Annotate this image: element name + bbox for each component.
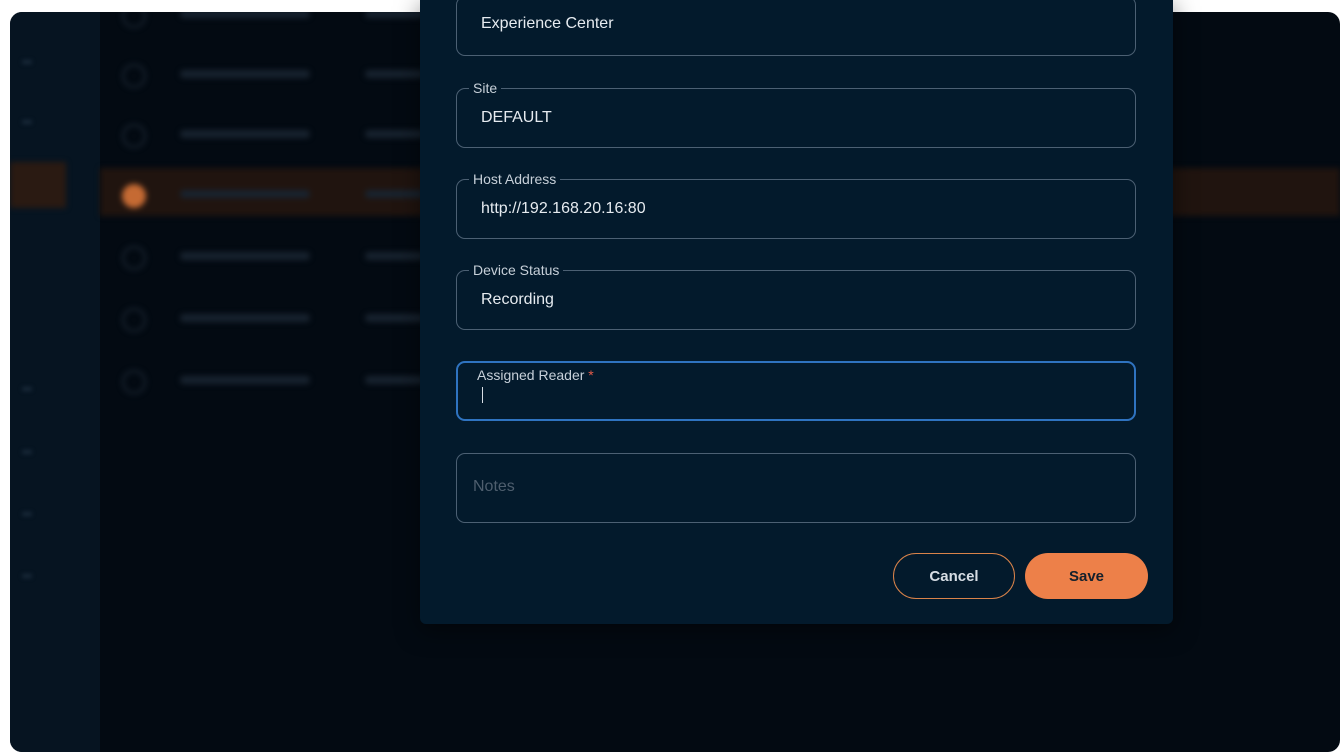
site-field[interactable]: Site DEFAULT: [456, 80, 1136, 148]
sidebar-icon: [22, 120, 32, 124]
location-field[interactable]: Experience Center: [456, 0, 1136, 56]
assigned-reader-input[interactable]: Assigned Reader *: [456, 361, 1136, 421]
device-status-label: Device Status: [469, 262, 564, 278]
sidebar-active-item: [10, 162, 66, 208]
site-label: Site: [469, 80, 502, 96]
sidebar-icon: [22, 512, 32, 516]
host-address-label: Host Address: [469, 171, 561, 187]
host-address-value: http://192.168.20.16:80: [481, 200, 646, 217]
save-button[interactable]: Save: [1025, 553, 1148, 599]
sidebar-icon: [22, 574, 32, 578]
sidebar-icon: [22, 450, 32, 454]
notes-input[interactable]: Notes: [456, 453, 1136, 523]
host-address-field[interactable]: Host Address http://192.168.20.16:80: [456, 171, 1136, 239]
required-asterisk: *: [588, 367, 594, 383]
device-status-field[interactable]: Device Status Recording: [456, 262, 1136, 330]
location-value: Experience Center: [481, 15, 614, 32]
cancel-button[interactable]: Cancel: [893, 553, 1015, 599]
text-cursor: [482, 387, 483, 403]
sidebar-icon: [22, 387, 32, 391]
sidebar-icon: [22, 60, 32, 64]
device-status-value: Recording: [481, 291, 554, 308]
sidebar: [10, 12, 100, 752]
notes-placeholder: Notes: [473, 478, 515, 495]
edit-device-dialog: Experience Center Site DEFAULT Host Addr…: [420, 0, 1173, 624]
assigned-reader-label: Assigned Reader *: [477, 367, 594, 383]
site-value: DEFAULT: [481, 109, 552, 126]
